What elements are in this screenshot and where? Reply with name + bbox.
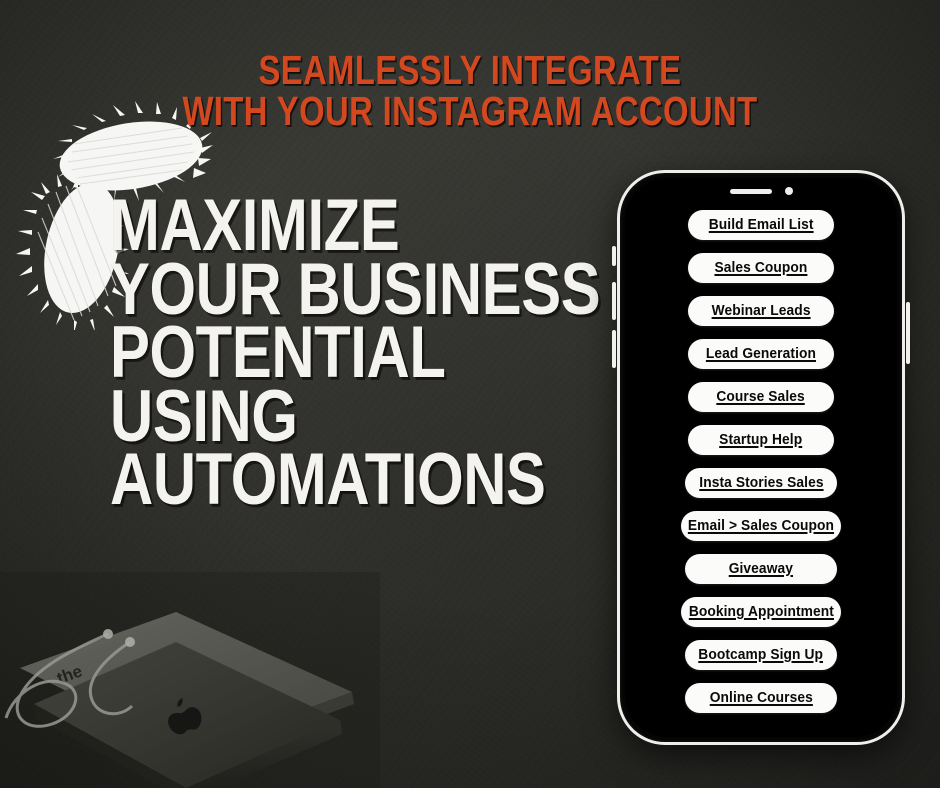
- link-button-label: Webinar Leads: [711, 303, 811, 319]
- link-button-label: Booking Appointment: [688, 604, 834, 620]
- volume-up-button[interactable]: [612, 282, 616, 320]
- headline-line-3: POTENTIAL: [110, 312, 446, 394]
- speaker-icon: [729, 188, 772, 194]
- headline-line-4: USING: [110, 375, 298, 457]
- link-button[interactable]: Booking Appointment: [681, 597, 841, 627]
- link-button[interactable]: Webinar Leads: [688, 296, 834, 326]
- link-button-label: Email > Sales Coupon: [687, 518, 835, 534]
- phone-screen: Build Email List Sales Coupon Webinar Lead…: [625, 178, 897, 737]
- link-button-label: Course Sales: [716, 389, 806, 405]
- link-button[interactable]: Email > Sales Coupon: [681, 511, 841, 541]
- front-camera-icon: [784, 187, 793, 195]
- phone-frame: Build Email List Sales Coupon Webinar Lead…: [617, 170, 905, 745]
- link-button[interactable]: Online Courses: [685, 683, 837, 713]
- link-in-bio-list: Build Email List Sales Coupon Webinar Lead…: [625, 210, 897, 713]
- subheadline: SEAMLESSLY INTEGRATE WITH YOUR INSTAGRAM…: [0, 47, 940, 134]
- link-button[interactable]: Bootcamp Sign Up: [685, 640, 837, 670]
- subheadline-line-1: SEAMLESSLY INTEGRATE: [258, 47, 682, 93]
- link-button[interactable]: Insta Stories Sales: [685, 468, 837, 498]
- link-button-label: Giveaway: [728, 561, 794, 577]
- link-button-label: Insta Stories Sales: [698, 475, 824, 491]
- headline-line-2: YOUR BUSINESS: [110, 248, 601, 330]
- phone-notch: [697, 178, 825, 204]
- link-button-label: Bootcamp Sign Up: [698, 647, 824, 663]
- link-button-label: Online Courses: [709, 690, 813, 706]
- link-button[interactable]: Lead Generation: [688, 339, 834, 369]
- link-button-label: Sales Coupon: [714, 260, 808, 276]
- power-button[interactable]: [906, 302, 910, 364]
- phone-mockup: Build Email List Sales Coupon Webinar Lead…: [612, 170, 910, 745]
- link-button[interactable]: Course Sales: [688, 382, 834, 412]
- mute-switch-button[interactable]: [612, 246, 616, 266]
- link-button-label: Lead Generation: [705, 346, 817, 362]
- link-button-label: Build Email List: [708, 217, 814, 233]
- link-button-label: Startup Help: [719, 432, 803, 448]
- link-button[interactable]: Build Email List: [688, 210, 834, 240]
- link-button[interactable]: Giveaway: [685, 554, 837, 584]
- headline-line-1: MAXIMIZE: [110, 185, 400, 266]
- link-button[interactable]: Sales Coupon: [688, 253, 834, 283]
- headline-line-5: AUTOMATIONS: [110, 439, 546, 521]
- subheadline-line-2: WITH YOUR INSTAGRAM ACCOUNT: [182, 87, 758, 134]
- volume-down-button[interactable]: [612, 330, 616, 368]
- promo-poster: the woman SEAMLESSLY INTEGRATE WITH YOUR…: [0, 0, 940, 788]
- link-button[interactable]: Startup Help: [688, 425, 834, 455]
